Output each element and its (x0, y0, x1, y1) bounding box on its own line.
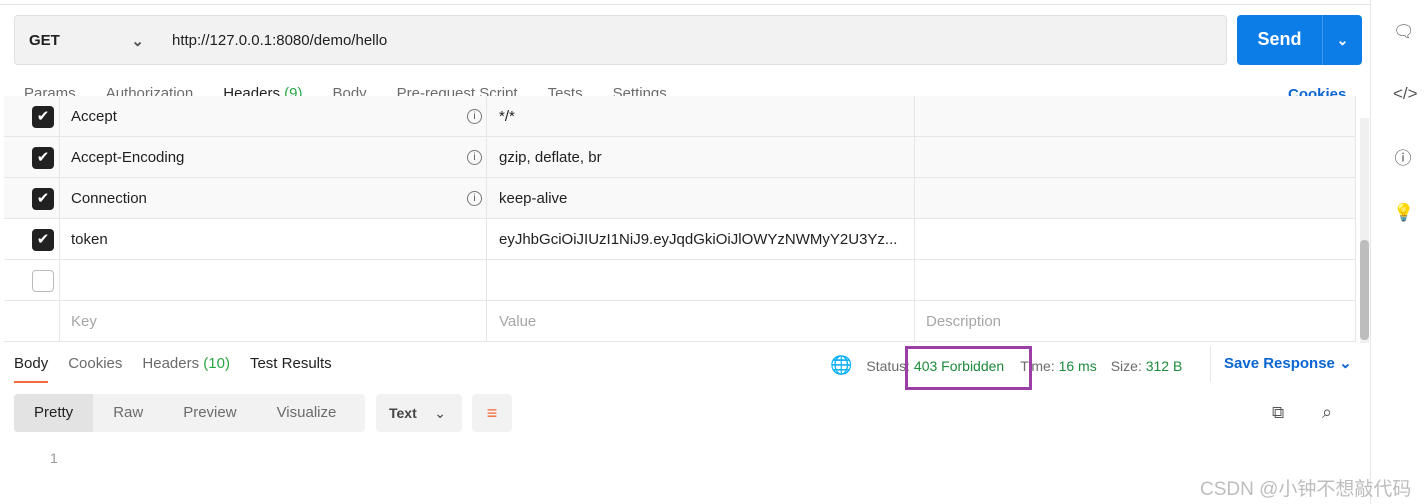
url-input[interactable]: http://127.0.0.1:8080/demo/hello (158, 15, 1227, 65)
info-icon[interactable]: i (467, 109, 482, 124)
header-key[interactable]: token (60, 219, 487, 260)
method-select[interactable]: GET ⌄ (14, 15, 159, 65)
send-button[interactable]: Send ⌄ (1237, 15, 1362, 65)
view-pretty[interactable]: Pretty (14, 394, 94, 432)
response-tab-headers[interactable]: Headers (10) (142, 355, 230, 380)
chevron-down-icon: ⌄ (434, 405, 446, 421)
table-row-new: Key Value Description (4, 301, 1356, 342)
response-tabs: Body Cookies Headers (10) Test Results (14, 355, 352, 383)
url-text: http://127.0.0.1:8080/demo/hello (172, 31, 388, 49)
checkbox[interactable]: ✔ (32, 147, 54, 169)
header-value[interactable]: eyJhbGciOiJIUzI1NiJ9.eyJqdGkiOiJlOWYzNWM… (487, 219, 915, 260)
response-headers-count: (10) (203, 355, 230, 372)
header-key[interactable]: Accept i (60, 96, 487, 137)
header-description[interactable] (915, 96, 1356, 137)
highlight-box (905, 346, 1032, 390)
view-mode-selector: Pretty Raw Preview Visualize (14, 394, 365, 432)
info-icon[interactable]: i (467, 191, 482, 206)
info-icon[interactable]: ⓘ (1393, 144, 1413, 169)
wrap-lines-icon[interactable]: ≡ (472, 394, 512, 432)
format-select[interactable]: Text ⌄ (376, 394, 462, 432)
value-input[interactable]: Value (487, 301, 915, 342)
search-icon[interactable]: ⌕ (1322, 402, 1332, 423)
header-value[interactable] (487, 260, 915, 301)
scrollbar-thumb[interactable] (1360, 240, 1369, 340)
line-number: 1 (50, 450, 58, 466)
chevron-down-icon: ⌄ (1339, 355, 1352, 372)
time-value[interactable]: 16 ms (1059, 358, 1097, 374)
header-value[interactable]: */* (487, 96, 915, 137)
header-description[interactable] (915, 137, 1356, 178)
right-sidebar: 🗨 </> ⓘ 💡 (1370, 0, 1427, 504)
table-row: ✔ Accept i */* (4, 96, 1356, 137)
save-response-button[interactable]: Save Response ⌄ (1210, 346, 1352, 382)
header-description[interactable] (915, 260, 1356, 301)
comment-icon[interactable]: 🗨 (1393, 22, 1415, 42)
scrollbar[interactable] (1360, 118, 1369, 343)
response-tab-cookies[interactable]: Cookies (68, 355, 122, 380)
header-description[interactable] (915, 178, 1356, 219)
description-input[interactable]: Description (915, 301, 1356, 342)
send-label: Send (1257, 29, 1302, 49)
checkbox[interactable]: ✔ (32, 229, 54, 251)
table-row: ✔ token eyJhbGciOiJIUzI1NiJ9.eyJqdGkiOiJ… (4, 219, 1356, 260)
top-border (0, 0, 1370, 5)
checkbox[interactable]: ✔ (32, 188, 54, 210)
view-visualize[interactable]: Visualize (257, 394, 357, 432)
table-row: ✔ Connection i keep-alive (4, 178, 1356, 219)
send-options-chevron-icon[interactable]: ⌄ (1322, 15, 1362, 65)
watermark: CSDN @小钟不想敲代码 (1200, 479, 1412, 500)
chevron-down-icon: ⌄ (131, 33, 144, 50)
header-key[interactable]: Connection i (60, 178, 487, 219)
code-icon[interactable]: </> (1393, 84, 1418, 104)
table-row (4, 260, 1356, 301)
view-preview[interactable]: Preview (163, 394, 256, 432)
header-value[interactable]: gzip, deflate, br (487, 137, 915, 178)
size-value[interactable]: 312 B (1146, 358, 1183, 374)
checkbox[interactable]: ✔ (32, 106, 54, 128)
response-tab-body[interactable]: Body (14, 355, 49, 383)
lightbulb-icon[interactable]: 💡 (1393, 203, 1414, 223)
view-raw[interactable]: Raw (93, 394, 163, 432)
header-value[interactable]: keep-alive (487, 178, 915, 219)
globe-icon[interactable]: 🌐 (830, 355, 852, 376)
key-input[interactable]: Key (60, 301, 487, 342)
header-key[interactable]: Accept-Encoding i (60, 137, 487, 178)
checkbox[interactable] (32, 270, 54, 292)
header-description[interactable] (915, 219, 1356, 260)
headers-table: ✔ Accept i */* ✔ Accept-Encoding i gzip, d… (4, 96, 1356, 344)
method-label: GET (29, 31, 60, 49)
info-icon[interactable]: i (467, 150, 482, 165)
response-tab-test-results[interactable]: Test Results (250, 355, 332, 380)
size-label: Size: (1110, 357, 1142, 374)
header-key[interactable] (60, 260, 487, 301)
status-label: Status: (866, 357, 911, 374)
copy-icon[interactable]: ⧉ (1272, 403, 1284, 423)
table-row: ✔ Accept-Encoding i gzip, deflate, br (4, 137, 1356, 178)
